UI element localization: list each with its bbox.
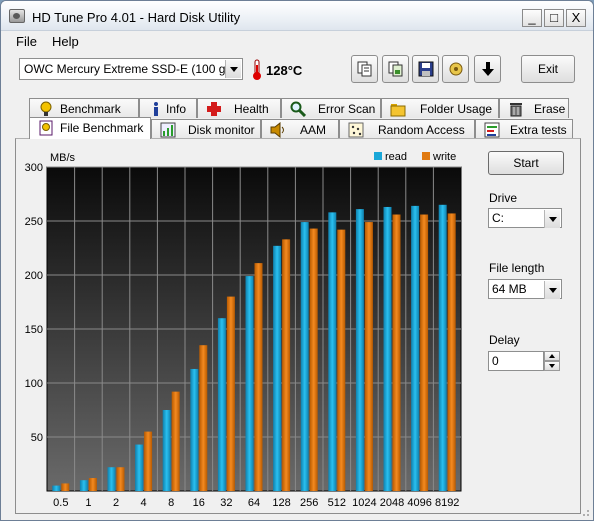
x-tick-label: 32 <box>220 497 232 509</box>
bar-read-16 <box>190 368 199 491</box>
x-tick-label: 1 <box>85 497 91 509</box>
y-tick-label: 200 <box>25 270 43 282</box>
x-tick-label: 128 <box>272 497 290 509</box>
y-axis-label: MB/s <box>50 152 76 164</box>
bar-read-4096 <box>411 205 420 491</box>
file-length-label: File length <box>489 261 545 275</box>
x-tick-label: 256 <box>300 497 318 509</box>
legend-read-label: read <box>385 151 407 163</box>
bar-read-0.5 <box>52 485 61 491</box>
legend-read-swatch <box>374 152 382 160</box>
x-tick-label: 2048 <box>380 497 404 509</box>
drive-label: Drive <box>489 191 518 205</box>
file-length-select[interactable]: 64 MB <box>488 279 562 299</box>
x-tick-label: 512 <box>328 497 346 509</box>
start-button[interactable]: Start <box>488 151 564 175</box>
x-tick-label: 1024 <box>352 497 376 509</box>
y-tick-label: 250 <box>25 216 43 228</box>
bar-read-64 <box>245 276 254 491</box>
file-benchmark-icon <box>39 120 53 136</box>
y-tick-label: 300 <box>25 162 43 174</box>
x-tick-label: 2 <box>113 497 119 509</box>
bar-read-4 <box>135 444 144 491</box>
delay-increment-button[interactable] <box>544 351 560 361</box>
bar-read-2 <box>107 467 116 491</box>
bar-read-2048 <box>383 206 392 491</box>
tab-file-benchmark-label: File Benchmark <box>60 121 144 135</box>
file-length-value: 64 MB <box>492 282 527 296</box>
bar-read-1 <box>79 480 88 491</box>
bar-write-8 <box>171 391 180 491</box>
delay-decrement-button[interactable] <box>544 361 560 371</box>
drive-letter-select[interactable]: C: <box>488 208 562 228</box>
bar-write-128 <box>282 239 291 491</box>
x-tick-label: 0.5 <box>53 497 68 509</box>
bar-write-0.5 <box>61 483 70 491</box>
x-tick-label: 8 <box>168 497 174 509</box>
bar-write-1024 <box>364 222 373 491</box>
y-tick-label: 50 <box>31 432 43 444</box>
bar-read-1024 <box>355 209 364 491</box>
legend-write-label: write <box>432 151 456 163</box>
bar-write-4096 <box>420 214 429 491</box>
app-window: HD Tune Pro 4.01 - Hard Disk Utility _ □… <box>0 0 594 521</box>
bar-read-8 <box>162 410 171 491</box>
chevron-down-icon[interactable] <box>544 281 560 299</box>
bar-read-128 <box>273 245 282 491</box>
resize-grip-icon[interactable] <box>580 507 590 517</box>
x-tick-label: 64 <box>248 497 260 509</box>
delay-label: Delay <box>489 333 520 347</box>
bar-write-512 <box>337 229 346 491</box>
chevron-down-icon[interactable] <box>544 210 560 228</box>
y-tick-label: 100 <box>25 378 43 390</box>
y-axis-ticks: 50 100 150 200 250 300 <box>25 162 43 444</box>
bar-read-512 <box>328 212 337 492</box>
bar-read-256 <box>300 222 309 491</box>
bar-write-1 <box>88 478 97 491</box>
bar-write-4 <box>144 431 153 491</box>
y-tick-label: 150 <box>25 324 43 336</box>
x-tick-label: 4096 <box>407 497 431 509</box>
drive-letter-value: C: <box>492 211 504 225</box>
bar-write-16 <box>199 345 208 491</box>
legend-write-swatch <box>422 152 430 160</box>
x-tick-label: 4 <box>141 497 147 509</box>
bar-read-8192 <box>438 204 447 492</box>
bar-read-32 <box>217 318 226 491</box>
bar-write-64 <box>254 263 263 491</box>
x-axis-ticks: 0.5 1 2 4 8 16 32 64 128 256 512 1024 2048 4096 8192 <box>53 497 459 509</box>
bar-write-256 <box>309 228 318 491</box>
tab-file-benchmark[interactable]: File Benchmark <box>29 117 151 139</box>
x-tick-label: 16 <box>193 497 205 509</box>
bar-write-2048 <box>392 214 401 491</box>
bar-write-2 <box>116 467 125 491</box>
x-tick-label: 8192 <box>435 497 459 509</box>
delay-input[interactable]: 0 <box>488 351 544 371</box>
bar-write-8192 <box>447 213 456 491</box>
bar-write-32 <box>226 296 235 491</box>
